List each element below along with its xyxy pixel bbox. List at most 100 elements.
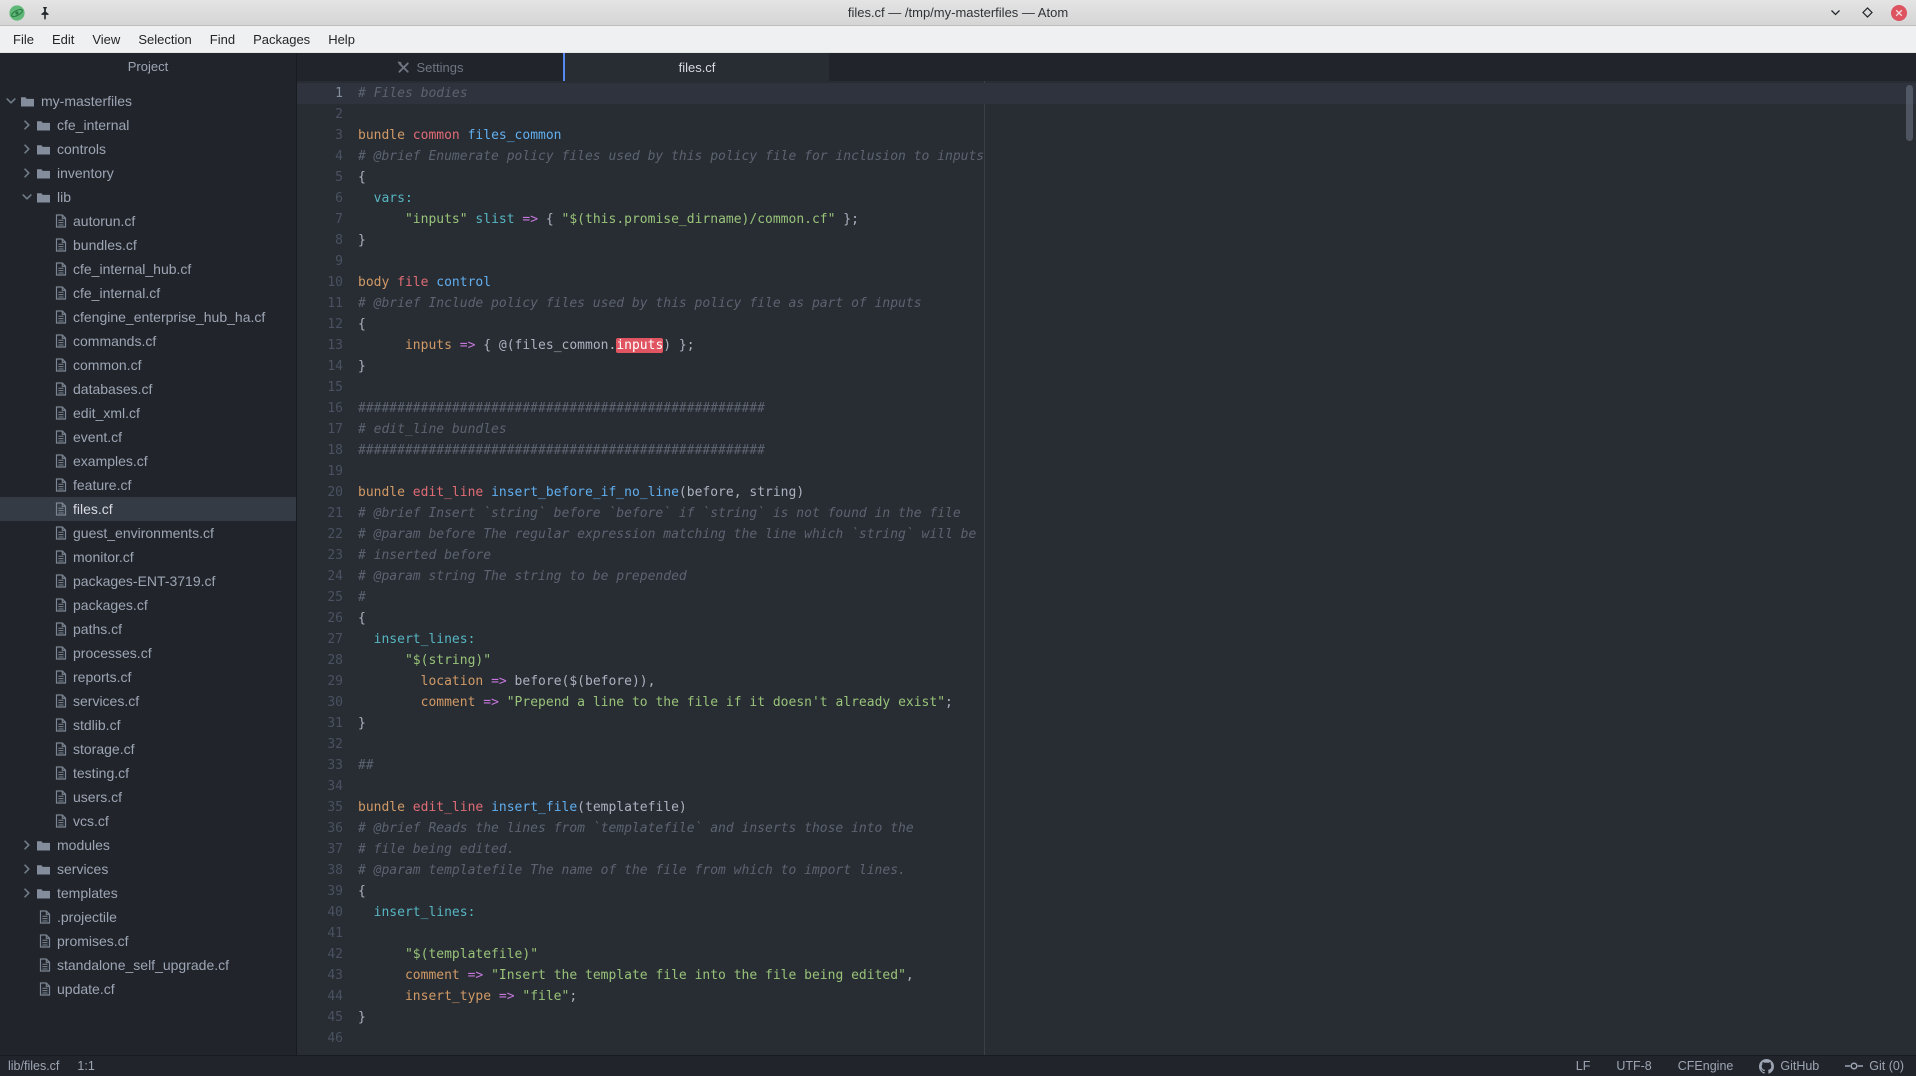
tree-item-event.cf[interactable]: event.cf (0, 425, 296, 449)
menu-help[interactable]: Help (319, 26, 364, 53)
tree-item-processes.cf[interactable]: processes.cf (0, 641, 296, 665)
menubar: FileEditViewSelectionFindPackagesHelp (0, 26, 1916, 53)
pin-icon[interactable] (36, 4, 54, 22)
git-status[interactable]: Git (0) (1845, 1059, 1904, 1073)
folder-icon (36, 167, 51, 180)
code-line-1: 1# Files bodies (297, 83, 1916, 104)
chevron-right-icon[interactable] (22, 144, 32, 154)
tree-item-inventory[interactable]: inventory (0, 161, 296, 185)
tree-item-label: cfe_internal_hub.cf (73, 261, 191, 277)
maximize-icon[interactable] (1858, 4, 1876, 22)
tree-item-services.cf[interactable]: services.cf (0, 689, 296, 713)
tree-item-examples.cf[interactable]: examples.cf (0, 449, 296, 473)
tree-item-templates[interactable]: templates (0, 881, 296, 905)
tree-item-testing.cf[interactable]: testing.cf (0, 761, 296, 785)
line-number: 12 (297, 314, 343, 335)
chevron-down-icon[interactable] (22, 192, 32, 202)
tree-item-packages.cf[interactable]: packages.cf (0, 593, 296, 617)
tree-item-bundles.cf[interactable]: bundles.cf (0, 233, 296, 257)
tree-item-common.cf[interactable]: common.cf (0, 353, 296, 377)
code-line-6: 6 vars: (297, 188, 1916, 209)
cursor-position[interactable]: 1:1 (77, 1059, 94, 1073)
tree-item-monitor.cf[interactable]: monitor.cf (0, 545, 296, 569)
tree-item-label: lib (57, 189, 71, 205)
code-line-11: 11# @brief Include policy files used by … (297, 293, 1916, 314)
chevron-right-icon[interactable] (22, 840, 32, 850)
chevron-right-icon[interactable] (22, 168, 32, 178)
code-text: inputs => { @(files_common.inputs) }; (358, 335, 695, 356)
tree-item-cfe-internal[interactable]: cfe_internal (0, 113, 296, 137)
menu-find[interactable]: Find (201, 26, 244, 53)
code-text: # @brief Enumerate policy files used by … (358, 146, 984, 167)
chevron-down-icon[interactable] (6, 96, 16, 106)
chevron-right-icon[interactable] (22, 120, 32, 130)
chevron-right-icon[interactable] (22, 864, 32, 874)
code-text: # @brief Include policy files used by th… (358, 293, 922, 314)
code-line-42: 42 "$(templatefile)" (297, 944, 1916, 965)
tab-settings[interactable]: Settings (297, 53, 563, 81)
tree-item-.projectile[interactable]: .projectile (0, 905, 296, 929)
tree-item-promises.cf[interactable]: promises.cf (0, 929, 296, 953)
code-text: # file being edited. (358, 839, 515, 860)
titlebar: files.cf — /tmp/my-masterfiles — Atom (0, 0, 1916, 26)
menu-view[interactable]: View (83, 26, 129, 53)
code-editor[interactable]: 1# Files bodies23bundle common files_com… (297, 81, 1916, 1055)
line-ending-indicator[interactable]: LF (1576, 1059, 1591, 1073)
line-number: 8 (297, 230, 343, 251)
editor-scrollbar[interactable] (1906, 85, 1913, 141)
tree-item-stdlib.cf[interactable]: stdlib.cf (0, 713, 296, 737)
tree-item-label: users.cf (73, 789, 122, 805)
github-status[interactable]: GitHub (1759, 1059, 1819, 1074)
tree-item-controls[interactable]: controls (0, 137, 296, 161)
tree-item-paths.cf[interactable]: paths.cf (0, 617, 296, 641)
tree-item-guest-environments.cf[interactable]: guest_environments.cf (0, 521, 296, 545)
line-number: 13 (297, 335, 343, 356)
tree-item-modules[interactable]: modules (0, 833, 296, 857)
menu-selection[interactable]: Selection (129, 26, 200, 53)
folder-icon (36, 839, 51, 852)
tree-item-packages-ent-3719.cf[interactable]: packages-ENT-3719.cf (0, 569, 296, 593)
tree-item-autorun.cf[interactable]: autorun.cf (0, 209, 296, 233)
tree-item-storage.cf[interactable]: storage.cf (0, 737, 296, 761)
tree-item-my-masterfiles[interactable]: my-masterfiles (0, 89, 296, 113)
menu-packages[interactable]: Packages (244, 26, 319, 53)
tree-item-feature.cf[interactable]: feature.cf (0, 473, 296, 497)
code-line-41: 41 (297, 923, 1916, 944)
tab-files.cf[interactable]: files.cf (563, 53, 829, 81)
tree-item-cfe-internal-hub.cf[interactable]: cfe_internal_hub.cf (0, 257, 296, 281)
code-line-28: 28 "$(string)" (297, 650, 1916, 671)
tree-item-label: examples.cf (73, 453, 148, 469)
minimize-icon[interactable] (1826, 4, 1844, 22)
line-number: 30 (297, 692, 343, 713)
file-path[interactable]: lib/files.cf (8, 1059, 59, 1073)
tree-item-lib[interactable]: lib (0, 185, 296, 209)
tree-item-vcs.cf[interactable]: vcs.cf (0, 809, 296, 833)
tree-item-databases.cf[interactable]: databases.cf (0, 377, 296, 401)
menu-edit[interactable]: Edit (43, 26, 83, 53)
tree-item-label: packages.cf (73, 597, 148, 613)
code-text: bundle edit_line insert_before_if_no_lin… (358, 482, 804, 503)
menu-file[interactable]: File (4, 26, 43, 53)
code-line-37: 37# file being edited. (297, 839, 1916, 860)
tree-item-standalone-self-upgrade.cf[interactable]: standalone_self_upgrade.cf (0, 953, 296, 977)
code-line-16: 16######################################… (297, 398, 1916, 419)
tree-item-cfengine-enterprise-hub-ha.cf[interactable]: cfengine_enterprise_hub_ha.cf (0, 305, 296, 329)
tree-item-files.cf[interactable]: files.cf (0, 497, 296, 521)
code-line-21: 21# @brief Insert `string` before `befor… (297, 503, 1916, 524)
tree-item-services[interactable]: services (0, 857, 296, 881)
tree-item-reports.cf[interactable]: reports.cf (0, 665, 296, 689)
grammar-indicator[interactable]: CFEngine (1678, 1059, 1734, 1073)
chevron-right-icon[interactable] (22, 888, 32, 898)
file-icon (55, 406, 67, 420)
close-icon[interactable] (1890, 4, 1908, 22)
tree-item-cfe-internal.cf[interactable]: cfe_internal.cf (0, 281, 296, 305)
tree-item-commands.cf[interactable]: commands.cf (0, 329, 296, 353)
line-number: 23 (297, 545, 343, 566)
project-panel-title: Project (0, 53, 296, 81)
tree-item-update.cf[interactable]: update.cf (0, 977, 296, 1001)
project-tree[interactable]: my-masterfilescfe_internalcontrolsinvent… (0, 81, 296, 1001)
tree-item-users.cf[interactable]: users.cf (0, 785, 296, 809)
encoding-indicator[interactable]: UTF-8 (1616, 1059, 1651, 1073)
tree-item-edit-xml.cf[interactable]: edit_xml.cf (0, 401, 296, 425)
code-line-29: 29 location => before($(before)), (297, 671, 1916, 692)
